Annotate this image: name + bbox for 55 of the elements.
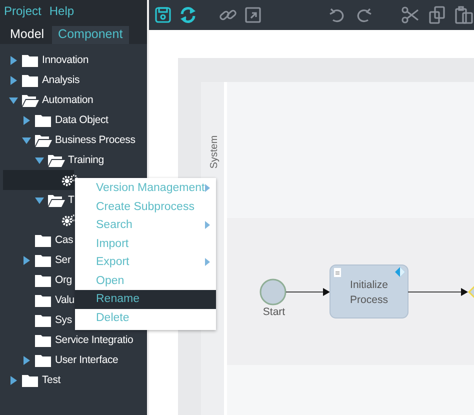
folder-icon	[35, 294, 52, 306]
collapsed-arrow-icon[interactable]	[22, 256, 31, 264]
collapsed-arrow-icon[interactable]	[9, 56, 18, 64]
menu-item[interactable]: Rename	[75, 290, 216, 308]
tree-item[interactable]: Training	[3, 150, 104, 170]
open-folder-icon	[48, 194, 65, 206]
folder-icon	[35, 274, 52, 286]
open-folder-icon	[35, 134, 52, 146]
task-label: Initialize Process	[350, 279, 388, 306]
collapsed-arrow-icon[interactable]	[9, 76, 18, 84]
start-event	[260, 278, 286, 306]
flow-arrow	[286, 288, 330, 296]
folder-icon	[22, 54, 39, 66]
expanded-arrow-icon[interactable]	[35, 156, 44, 164]
tree-item[interactable]: Business Process	[3, 130, 136, 150]
folder-icon	[35, 254, 52, 266]
folder-icon	[22, 74, 39, 86]
tree-item[interactable]: Test	[3, 370, 60, 390]
panel-tab[interactable]: Component	[52, 26, 129, 44]
collapsed-arrow-icon[interactable]	[9, 376, 18, 384]
collapsed-arrow-icon[interactable]	[22, 356, 31, 364]
tree-item[interactable]: Valu	[3, 290, 74, 310]
open-folder-icon	[48, 154, 65, 166]
flow-arrow	[408, 288, 468, 296]
tree-item[interactable]: Cas	[3, 230, 74, 250]
expanded-arrow-icon[interactable]	[35, 196, 44, 204]
folder-icon	[35, 234, 52, 246]
tree-item[interactable]: Org	[3, 270, 72, 290]
tree-item[interactable]: Service Integratio	[3, 330, 134, 350]
tree-item[interactable]: Analysis	[3, 70, 80, 90]
panel-tab[interactable]: Model	[4, 26, 50, 44]
lane-label: System	[209, 135, 220, 169]
node-label: Start	[262, 306, 286, 318]
tree-item[interactable]: Automation	[3, 90, 94, 110]
expanded-arrow-icon[interactable]	[22, 136, 31, 144]
folder-icon	[35, 314, 52, 326]
tree-item[interactable]: User Interface	[3, 350, 118, 370]
diamond-icon	[395, 267, 405, 277]
menu-item[interactable]: Project	[4, 4, 42, 18]
open-folder-icon	[22, 94, 39, 106]
expanded-arrow-icon[interactable]	[9, 96, 18, 104]
save-button[interactable]	[153, 5, 173, 25]
folder-icon	[22, 374, 39, 386]
folder-icon	[35, 354, 52, 366]
refresh-button[interactable]	[178, 5, 198, 25]
tree-item[interactable]: T	[3, 190, 74, 210]
menu-item[interactable]: Help	[49, 4, 74, 18]
tree-item[interactable]: Data Object	[3, 110, 108, 130]
tree-item[interactable]: Sys	[3, 310, 72, 330]
folder-icon	[35, 114, 52, 126]
tree-item[interactable]: Innovation	[3, 50, 88, 70]
tree-item[interactable]: Ser	[3, 250, 71, 270]
collapsed-arrow-icon[interactable]	[22, 116, 31, 124]
document-icon	[334, 268, 341, 277]
folder-icon	[35, 334, 52, 346]
